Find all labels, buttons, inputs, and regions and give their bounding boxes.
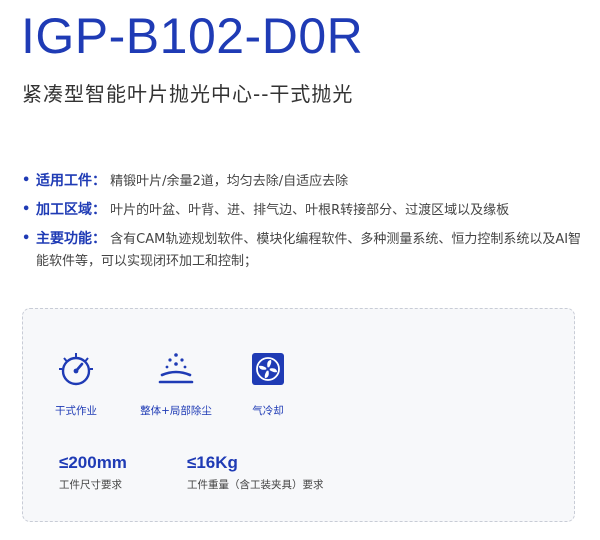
product-model-title: IGP-B102-D0R xyxy=(21,8,364,64)
icon-label: 干式作业 xyxy=(55,405,97,417)
spec-size: ≤200mm 工件尺寸要求 xyxy=(59,451,127,492)
feature-icon-air-cooling: 气冷却 xyxy=(223,349,313,418)
feature-key: 主要功能： xyxy=(36,231,106,247)
icon-label: 整体+局部除尘 xyxy=(140,405,212,417)
feature-item-area: • 加工区域： 叶片的叶盆、叶背、进、排气边、叶根R转接部分、过渡区域以及缘板 xyxy=(22,199,582,222)
feature-value: 含有CAM轨迹规划软件、模块化编程软件、多种测量系统、恒力控制系统以及AI智能软… xyxy=(36,232,582,269)
spec-value: ≤200mm xyxy=(59,453,127,472)
feature-icon-dust: 整体+局部除尘 xyxy=(131,349,221,418)
spec-value: ≤16Kg xyxy=(187,453,238,472)
spec-caption: 工件重量（含工装夹具）要求 xyxy=(187,479,324,491)
product-subtitle: 紧凑型智能叶片抛光中心--干式抛光 xyxy=(22,82,354,106)
feature-key: 加工区域： xyxy=(36,202,106,218)
bullet-icon: • xyxy=(22,202,31,217)
feature-list: • 适用工件： 精锻叶片/余量2道，均匀去除/自适应去除 • 加工区域： 叶片的… xyxy=(22,170,582,279)
spec-caption: 工件尺寸要求 xyxy=(59,479,122,491)
feature-value: 叶片的叶盆、叶背、进、排气边、叶根R转接部分、过渡区域以及缘板 xyxy=(110,203,510,218)
fan-cooling-icon xyxy=(252,353,284,385)
feature-item-workpiece: • 适用工件： 精锻叶片/余量2道，均匀去除/自适应去除 xyxy=(22,170,582,193)
bullet-icon: • xyxy=(22,173,31,188)
dust-removal-icon xyxy=(158,353,194,384)
feature-key: 适用工件： xyxy=(36,173,106,189)
feature-icon-dry: 干式作业 xyxy=(31,349,121,418)
feature-value: 精锻叶片/余量2道，均匀去除/自适应去除 xyxy=(110,174,349,189)
spec-weight: ≤16Kg 工件重量（含工装夹具）要求 xyxy=(187,451,324,492)
bullet-icon: • xyxy=(22,231,31,246)
icon-label: 气冷却 xyxy=(252,405,284,417)
spec-card: 干式作业 整体+局部除尘 气冷却 ≤200mm 工件尺寸要求 ≤16Kg 工件重… xyxy=(22,308,575,522)
feature-item-functions: • 主要功能： 含有CAM轨迹规划软件、模块化编程软件、多种测量系统、恒力控制系… xyxy=(22,228,582,273)
dial-gauge-icon xyxy=(59,353,93,386)
